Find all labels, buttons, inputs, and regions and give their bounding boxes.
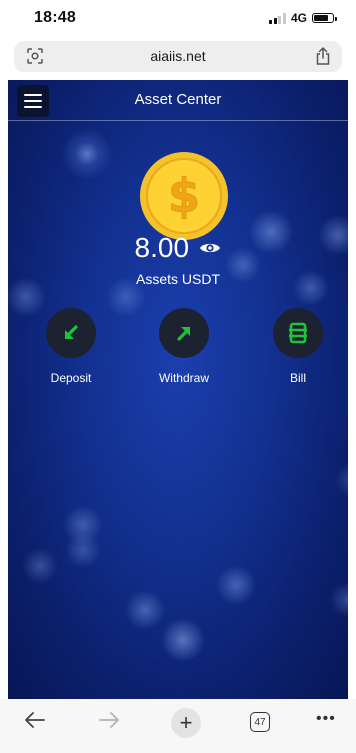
deposit-action[interactable]: Deposit (33, 308, 109, 385)
svg-text:$: $ (168, 169, 200, 223)
status-indicators: 4G (269, 11, 337, 25)
more-options-icon[interactable]: ••• (316, 710, 336, 728)
deposit-button[interactable] (46, 308, 96, 358)
browser-toolbar: + 47 ••• (0, 699, 356, 753)
url-field[interactable]: aiaiis.net (14, 41, 342, 72)
bill-icon (289, 322, 307, 344)
forward-arrow-icon[interactable] (98, 711, 120, 729)
url-text: aiaiis.net (150, 48, 206, 64)
asset-center-page: Asset Center $ 8.00 Assets USDT Deposit (8, 80, 348, 699)
new-tab-button[interactable]: + (171, 708, 201, 738)
browser-address-bar: aiaiis.net (0, 36, 356, 80)
status-bar: 18:48 4G (0, 0, 356, 36)
signal-icon (269, 12, 286, 24)
dollar-coin-icon: $ (140, 152, 228, 240)
tab-count: 47 (254, 716, 266, 728)
balance-amount: 8.00 (134, 232, 190, 263)
bill-action[interactable]: Bill (260, 308, 336, 385)
battery-icon (312, 13, 337, 23)
deposit-label: Deposit (50, 371, 92, 385)
plus-icon: + (179, 710, 193, 735)
eye-icon[interactable] (199, 241, 221, 255)
bill-button[interactable] (273, 308, 323, 358)
app-header: Asset Center (8, 80, 348, 121)
tabs-button[interactable]: 47 (250, 712, 270, 732)
withdraw-action[interactable]: Withdraw (146, 308, 222, 385)
arrow-down-left-icon (65, 325, 78, 339)
share-icon[interactable] (314, 46, 332, 66)
page-title: Asset Center (134, 91, 222, 108)
network-type: 4G (290, 11, 307, 25)
arrow-up-right-icon (177, 327, 190, 341)
withdraw-button[interactable] (159, 308, 209, 358)
assets-currency-label: Assets USDT (135, 271, 220, 287)
withdraw-label: Withdraw (158, 371, 209, 385)
back-arrow-icon[interactable] (24, 711, 46, 729)
balance-row: 8.00 (8, 232, 348, 264)
status-time: 18:48 (34, 9, 76, 26)
bill-label: Bill (289, 371, 306, 385)
